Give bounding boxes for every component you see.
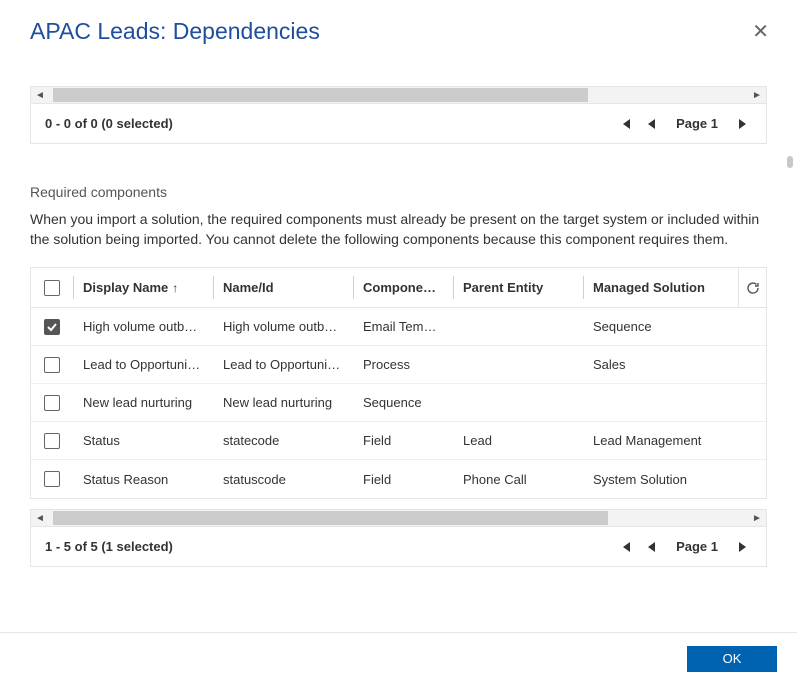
table-row[interactable]: High volume outbou...High volume outbou.…: [31, 308, 766, 346]
dialog-header: APAC Leads: Dependencies ✕: [0, 0, 797, 56]
scroll-right-icon[interactable]: ►: [748, 90, 766, 101]
cell-managed-solution: Sequence: [583, 319, 738, 334]
cell-name-id: High volume outbou...: [213, 319, 353, 334]
scroll-thumb[interactable]: [53, 511, 608, 525]
bottom-pager-controls: Page 1: [616, 539, 752, 555]
dialog-footer: OK: [0, 632, 797, 684]
scroll-left-icon[interactable]: ◄: [31, 513, 49, 524]
col-name-id[interactable]: Name/Id: [213, 268, 353, 307]
scroll-thumb[interactable]: [53, 88, 588, 102]
row-checkbox[interactable]: [44, 357, 60, 373]
col-name-id-label: Name/Id: [223, 280, 274, 295]
col-parent-entity[interactable]: Parent Entity: [453, 268, 583, 307]
row-checkbox[interactable]: [44, 471, 60, 487]
table-row[interactable]: New lead nurturingNew lead nurturingSequ…: [31, 384, 766, 422]
top-pager-controls: Page 1: [616, 116, 752, 132]
cell-name-id: statecode: [213, 433, 353, 448]
first-page-icon[interactable]: [616, 116, 636, 132]
ok-button[interactable]: OK: [687, 646, 777, 672]
close-icon[interactable]: ✕: [748, 18, 773, 46]
scroll-left-icon[interactable]: ◄: [31, 90, 49, 101]
col-managed-solution[interactable]: Managed Solution: [583, 268, 738, 307]
refresh-button[interactable]: [738, 268, 766, 307]
prev-page-icon[interactable]: [642, 116, 660, 132]
row-check-cell: [31, 471, 73, 487]
cell-parent-entity: Phone Call: [453, 472, 583, 487]
cell-display-name: Lead to Opportunity...: [73, 357, 213, 372]
first-page-icon[interactable]: [616, 539, 636, 555]
row-check-cell: [31, 319, 73, 335]
cell-display-name: Status Reason: [73, 472, 213, 487]
bottom-pager: 1 - 5 of 5 (1 selected) Page 1: [30, 527, 767, 567]
cell-component-type: Field: [353, 433, 453, 448]
cell-display-name: High volume outbou...: [73, 319, 213, 334]
refresh-icon: [746, 281, 760, 295]
table-row[interactable]: Lead to Opportunity...Lead to Opportunit…: [31, 346, 766, 384]
bottom-pager-status: 1 - 5 of 5 (1 selected): [45, 539, 173, 554]
row-checkbox[interactable]: [44, 319, 60, 335]
cell-component-type: Sequence: [353, 395, 453, 410]
dialog-vertical-scrollbar[interactable]: [785, 56, 793, 616]
components-grid: Display Name ↑ Name/Id Component T... Pa…: [30, 267, 767, 499]
bottom-pager-label: Page 1: [666, 539, 728, 554]
col-display-name[interactable]: Display Name ↑: [73, 268, 213, 307]
top-pager: 0 - 0 of 0 (0 selected) Page 1: [30, 104, 767, 144]
sort-asc-icon: ↑: [172, 281, 178, 295]
next-page-icon[interactable]: [734, 116, 752, 132]
cell-managed-solution: System Solution: [583, 472, 738, 487]
dialog-body: ◄ ► 0 - 0 of 0 (0 selected) Page 1 Requi…: [0, 56, 797, 616]
table-row[interactable]: StatusstatecodeFieldLeadLead Management: [31, 422, 766, 460]
cell-component-type: Email Template: [353, 319, 453, 334]
cell-component-type: Process: [353, 357, 453, 372]
row-check-cell: [31, 395, 73, 411]
cell-name-id: statuscode: [213, 472, 353, 487]
row-check-cell: [31, 433, 73, 449]
cell-parent-entity: Lead: [453, 433, 583, 448]
vertical-scroll-thumb[interactable]: [787, 156, 793, 168]
col-parent-entity-label: Parent Entity: [463, 280, 543, 295]
cell-display-name: New lead nurturing: [73, 395, 213, 410]
select-all-cell: [31, 268, 73, 307]
required-components-heading: Required components: [30, 184, 767, 200]
col-managed-solution-label: Managed Solution: [593, 280, 705, 295]
grid-header-row: Display Name ↑ Name/Id Component T... Pa…: [31, 268, 766, 308]
grid-body: High volume outbou...High volume outbou.…: [31, 308, 766, 498]
bottom-horizontal-scrollbar[interactable]: ◄ ►: [30, 509, 767, 527]
select-all-checkbox[interactable]: [44, 280, 60, 296]
top-grid-footer: ◄ ► 0 - 0 of 0 (0 selected) Page 1: [30, 86, 767, 144]
top-horizontal-scrollbar[interactable]: ◄ ►: [30, 86, 767, 104]
cell-managed-solution: Sales: [583, 357, 738, 372]
dialog-title: APAC Leads: Dependencies: [30, 18, 320, 45]
dependencies-dialog: APAC Leads: Dependencies ✕ ◄ ► 0 - 0 of …: [0, 0, 797, 684]
cell-managed-solution: Lead Management: [583, 433, 738, 448]
row-checkbox[interactable]: [44, 433, 60, 449]
table-row[interactable]: Status ReasonstatuscodeFieldPhone CallSy…: [31, 460, 766, 498]
cell-name-id: New lead nurturing: [213, 395, 353, 410]
row-check-cell: [31, 357, 73, 373]
col-display-name-label: Display Name: [83, 280, 168, 295]
cell-component-type: Field: [353, 472, 453, 487]
top-pager-label: Page 1: [666, 116, 728, 131]
required-components-description: When you import a solution, the required…: [30, 210, 767, 249]
scroll-right-icon[interactable]: ►: [748, 513, 766, 524]
cell-display-name: Status: [73, 433, 213, 448]
next-page-icon[interactable]: [734, 539, 752, 555]
row-checkbox[interactable]: [44, 395, 60, 411]
cell-name-id: Lead to Opportunity...: [213, 357, 353, 372]
col-component-type-label: Component T...: [363, 280, 443, 295]
col-component-type[interactable]: Component T...: [353, 268, 453, 307]
prev-page-icon[interactable]: [642, 539, 660, 555]
top-pager-status: 0 - 0 of 0 (0 selected): [45, 116, 173, 131]
